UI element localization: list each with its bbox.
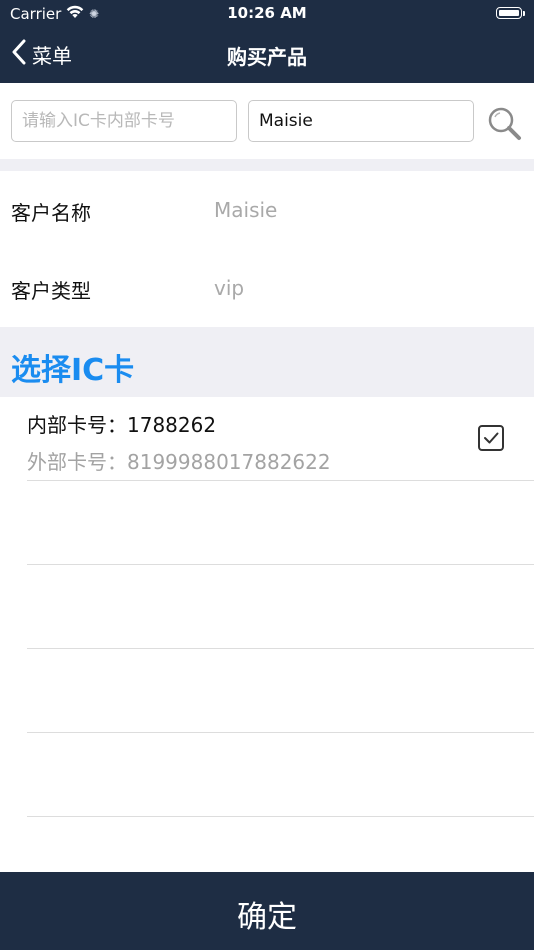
customer-name-input[interactable] [248, 100, 474, 142]
navigation-bar: 菜单 购买产品 [0, 28, 534, 83]
customer-type-row: 客户类型 vip [0, 249, 534, 327]
battery-icon [496, 7, 522, 19]
confirm-button[interactable]: 确定 [0, 872, 534, 950]
empty-list-row [27, 565, 534, 649]
status-bar: Carrier ✺ 10:26 AM [0, 0, 534, 28]
page-title: 购买产品 [227, 45, 307, 69]
customer-name-label: 客户名称 [11, 201, 91, 225]
section-separator [0, 159, 534, 171]
empty-list-row [27, 481, 534, 565]
confirm-label: 确定 [237, 900, 297, 935]
empty-list-row [27, 733, 534, 817]
card-list-item[interactable]: 内部卡号：1788262 外部卡号：819998801788262​2 [27, 397, 534, 481]
empty-list-row [27, 649, 534, 733]
customer-type-value: vip [214, 276, 245, 300]
status-time: 10:26 AM [227, 4, 307, 22]
search-row [0, 83, 534, 159]
customer-type-label: 客户类型 [11, 279, 91, 303]
ic-card-number-input[interactable] [11, 100, 237, 142]
top-bar: Carrier ✺ 10:26 AM 菜单 购买产品 [0, 0, 534, 83]
card-inner-number: 内部卡号：1788262 [27, 413, 217, 437]
customer-name-row: 客户名称 Maisie [0, 171, 534, 250]
customer-name-value: Maisie [214, 198, 278, 222]
card-list: 内部卡号：1788262 外部卡号：819998801788262​2 [0, 397, 534, 872]
section-title: 选择IC卡 [11, 353, 135, 388]
battery-tip [523, 11, 525, 16]
select-card-header: 选择IC卡 [0, 327, 534, 397]
card-outer-number: 外部卡号：819998801788262​2 [27, 450, 331, 474]
search-icon[interactable] [486, 105, 522, 141]
card-checkbox[interactable] [478, 425, 504, 451]
